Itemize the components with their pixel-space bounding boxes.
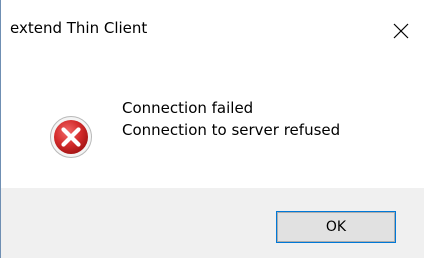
error-icon	[50, 116, 92, 158]
close-icon	[393, 23, 409, 39]
window-title: extend Thin Client	[10, 19, 148, 37]
message-line-1: Connection failed	[122, 99, 254, 117]
close-button[interactable]	[378, 8, 424, 54]
message-line-2: Connection to server refused	[122, 121, 341, 139]
ok-button[interactable]: OK	[276, 211, 396, 243]
title-bar[interactable]: extend Thin Client	[1, 0, 424, 58]
message-dialog: extend Thin Client Connection failed Con…	[0, 0, 424, 258]
error-message: Connection failed Connection to server r…	[122, 97, 340, 141]
